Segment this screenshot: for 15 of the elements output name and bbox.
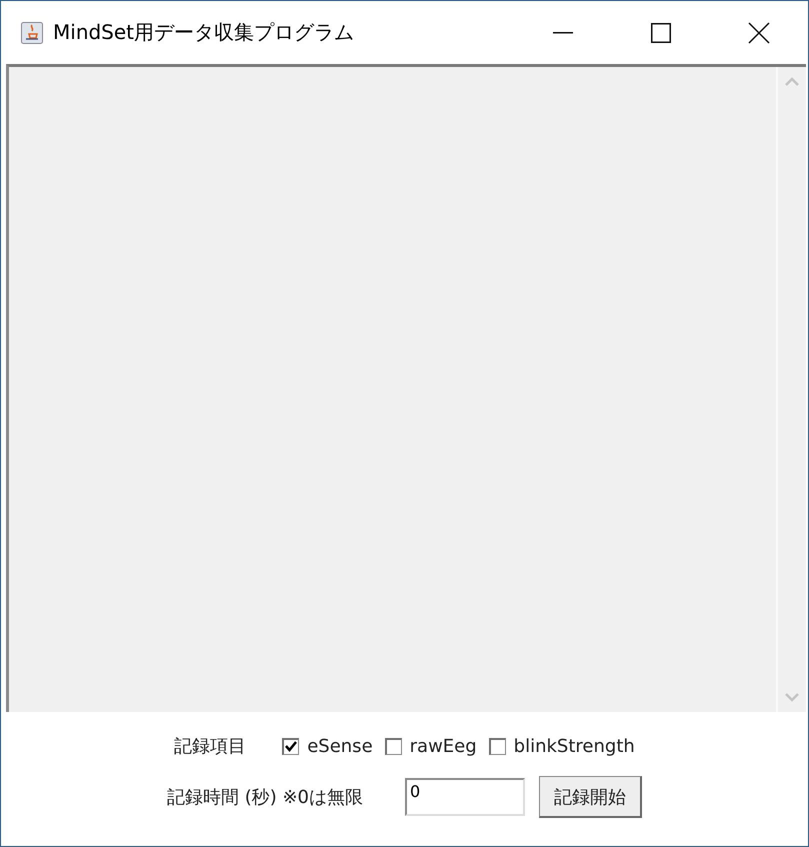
- checkbox[interactable]: eSense: [282, 736, 373, 756]
- checkbox[interactable]: rawEeg: [384, 736, 477, 756]
- close-icon: [748, 22, 770, 44]
- record-items-label: 記録項目: [174, 735, 246, 758]
- record-time-label: 記録時間 (秒) ※0は無限: [166, 786, 364, 809]
- start-button[interactable]: 記録開始: [539, 776, 642, 818]
- minimize-icon: [553, 32, 573, 34]
- window-title: MindSet用データ収集プログラム: [53, 19, 356, 46]
- scroll-down-icon[interactable]: [785, 693, 799, 702]
- scroll-up-icon[interactable]: [785, 77, 799, 86]
- maximize-icon: [651, 22, 671, 42]
- java-cup-icon: [21, 22, 43, 44]
- checkbox[interactable]: blinkStrength: [488, 736, 635, 756]
- check-icon: [285, 741, 298, 752]
- input-field[interactable]: 0: [405, 778, 526, 816]
